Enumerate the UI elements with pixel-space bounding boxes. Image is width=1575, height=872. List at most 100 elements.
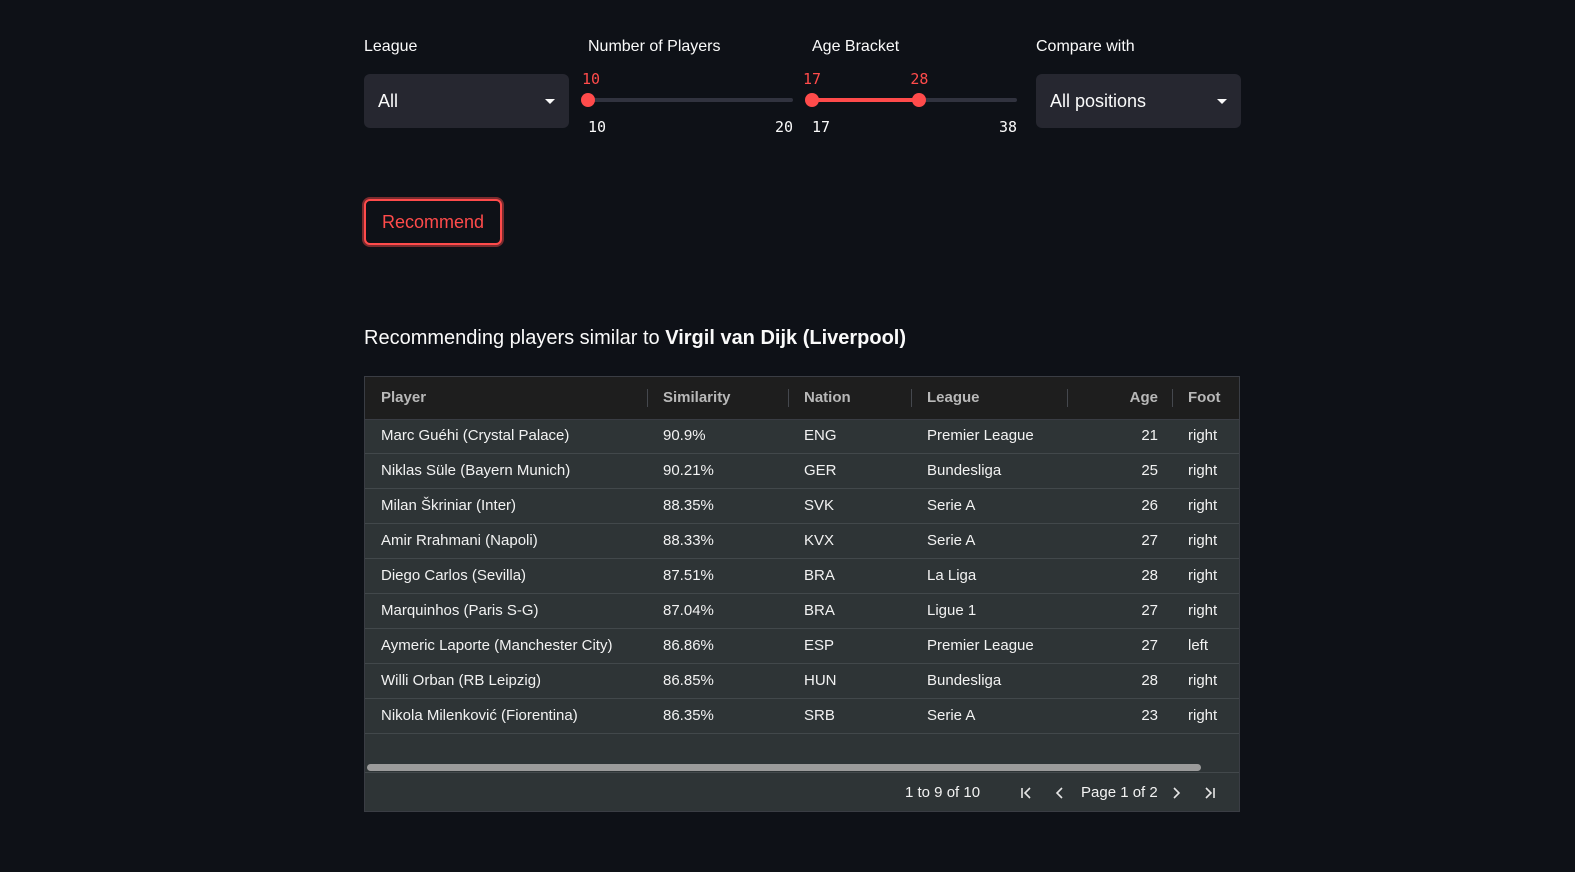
cell-foot: right <box>1188 462 1218 479</box>
cell-similarity: 90.9% <box>663 427 706 444</box>
cell-nation: BRA <box>804 567 835 584</box>
cell-similarity: 86.85% <box>663 672 714 689</box>
age-bracket-slider[interactable]: 17 28 17 38 <box>803 64 1017 140</box>
slider-thumb[interactable] <box>581 93 595 107</box>
table-row[interactable]: Amir Rrahmani (Napoli) 88.33% KVX Serie A 27… <box>365 524 1239 559</box>
cell-league: Bundesliga <box>927 672 1002 689</box>
slider-track <box>588 98 793 102</box>
first-page-icon[interactable] <box>1017 783 1037 803</box>
cell-foot: right <box>1188 672 1218 689</box>
league-select[interactable]: All <box>364 74 569 128</box>
column-separator[interactable] <box>788 389 789 407</box>
last-page-icon[interactable] <box>1199 783 1219 803</box>
column-separator[interactable] <box>1172 389 1173 407</box>
slider-min: 10 <box>588 118 607 136</box>
table-row[interactable]: Milan Škriniar (Inter) 88.35% SVK Serie A 26… <box>365 489 1239 524</box>
table-row[interactable]: Aymeric Laporte (Manchester City) 86.86% E… <box>365 629 1239 664</box>
slider-max: 38 <box>998 118 1017 136</box>
cell-similarity: 86.35% <box>663 707 714 724</box>
cell-nation: BRA <box>804 602 835 619</box>
cell-similarity: 90.21% <box>663 462 714 479</box>
app-page: League All Number of Players 10 10 20 Ag… <box>0 0 1575 872</box>
slider-fill <box>812 98 920 102</box>
column-header-nation[interactable]: Nation <box>788 377 911 419</box>
column-separator[interactable] <box>1067 389 1068 407</box>
recommend-button[interactable]: Recommend <box>364 199 502 245</box>
cell-nation: ESP <box>804 637 835 654</box>
chevron-down-icon <box>545 98 555 104</box>
column-header-similarity[interactable]: Similarity <box>647 377 788 419</box>
slider-high-value: 28 <box>910 70 929 88</box>
table-row[interactable]: Nikola Milenković (Fiorentina) 86.35% SRB S… <box>365 699 1239 734</box>
cell-league: Premier League <box>927 427 1034 444</box>
compare-label: Compare with <box>1036 38 1135 55</box>
cell-foot: right <box>1188 602 1218 619</box>
cell-age: 27 <box>1141 602 1158 619</box>
cell-foot: right <box>1188 567 1218 584</box>
compare-select[interactable]: All positions <box>1036 74 1241 128</box>
cell-age: 26 <box>1141 497 1158 514</box>
num-players-slider[interactable]: 10 10 20 <box>581 64 793 140</box>
cell-player: Marc Guéhi (Crystal Palace) <box>381 427 570 444</box>
age-bracket-label: Age Bracket <box>812 38 900 55</box>
slider-low-value: 17 <box>802 70 822 88</box>
table-row[interactable]: Willi Orban (RB Leipzig) 86.85% HUN Bundesl… <box>365 664 1239 699</box>
slider-min: 17 <box>812 118 831 136</box>
chevron-down-icon <box>1217 98 1227 104</box>
cell-nation: SRB <box>804 707 835 724</box>
cell-league: La Liga <box>927 567 977 584</box>
num-players-label: Number of Players <box>588 38 721 55</box>
cell-player: Amir Rrahmani (Napoli) <box>381 532 538 549</box>
column-separator[interactable] <box>647 389 648 407</box>
table-row[interactable]: Marquinhos (Paris S-G) 87.04% BRA Ligue 1 27… <box>365 594 1239 629</box>
table-body: Marc Guéhi (Crystal Palace) 90.9% ENG Premi… <box>365 419 1239 734</box>
cell-foot: right <box>1188 532 1218 549</box>
heading-player: Virgil van Dijk (Liverpool) <box>665 327 907 349</box>
column-header-player[interactable]: Player <box>365 377 647 419</box>
slider-max: 20 <box>774 118 793 136</box>
cell-nation: GER <box>804 462 837 479</box>
cell-similarity: 87.51% <box>663 567 714 584</box>
cell-age: 21 <box>1141 427 1158 444</box>
cell-player: Aymeric Laporte (Manchester City) <box>381 637 613 654</box>
league-label: League <box>364 38 418 55</box>
slider-high-thumb[interactable] <box>912 93 927 107</box>
cell-similarity: 86.86% <box>663 637 714 654</box>
cell-league: Serie A <box>927 532 976 549</box>
cell-age: 27 <box>1141 532 1158 549</box>
cell-league: Serie A <box>927 497 976 514</box>
cell-player: Marquinhos (Paris S-G) <box>381 602 539 619</box>
column-separator[interactable] <box>911 389 912 407</box>
pagination-summary: 1 to 9 of 10 <box>905 784 981 801</box>
cell-age: 28 <box>1141 672 1158 689</box>
slider-thumb-value: 10 <box>581 70 601 88</box>
cell-age: 25 <box>1141 462 1158 479</box>
cell-age: 27 <box>1141 637 1158 654</box>
cell-league: Premier League <box>927 637 1034 654</box>
cell-foot: right <box>1188 497 1218 514</box>
column-header-foot[interactable]: Foot <box>1172 377 1240 419</box>
cell-nation: HUN <box>804 672 837 689</box>
cell-foot: left <box>1188 637 1209 654</box>
cell-player: Willi Orban (RB Leipzig) <box>381 672 542 689</box>
cell-nation: SVK <box>804 497 835 514</box>
column-header-age[interactable]: Age <box>1067 377 1172 419</box>
prev-page-icon[interactable] <box>1050 783 1070 803</box>
cell-foot: right <box>1188 427 1218 444</box>
next-page-icon[interactable] <box>1166 783 1186 803</box>
results-heading: Recommending players similar to Virgil v… <box>364 327 906 350</box>
cell-player: Nikola Milenković (Fiorentina) <box>381 707 578 724</box>
column-header-league[interactable]: League <box>911 377 1067 419</box>
table-row[interactable]: Diego Carlos (Sevilla) 87.51% BRA La Liga 28… <box>365 559 1239 594</box>
slider-low-thumb[interactable] <box>805 93 819 107</box>
cell-similarity: 88.33% <box>663 532 714 549</box>
horizontal-scrollbar[interactable] <box>367 764 1201 771</box>
cell-league: Serie A <box>927 707 976 724</box>
league-select-value: All <box>378 90 399 111</box>
cell-age: 28 <box>1141 567 1158 584</box>
cell-age: 23 <box>1141 707 1158 724</box>
cell-similarity: 87.04% <box>663 602 714 619</box>
table-row[interactable]: Niklas Süle (Bayern Munich) 90.21% GER Bund… <box>365 454 1239 489</box>
table-row[interactable]: Marc Guéhi (Crystal Palace) 90.9% ENG Premi… <box>365 419 1239 454</box>
cell-league: Bundesliga <box>927 462 1002 479</box>
